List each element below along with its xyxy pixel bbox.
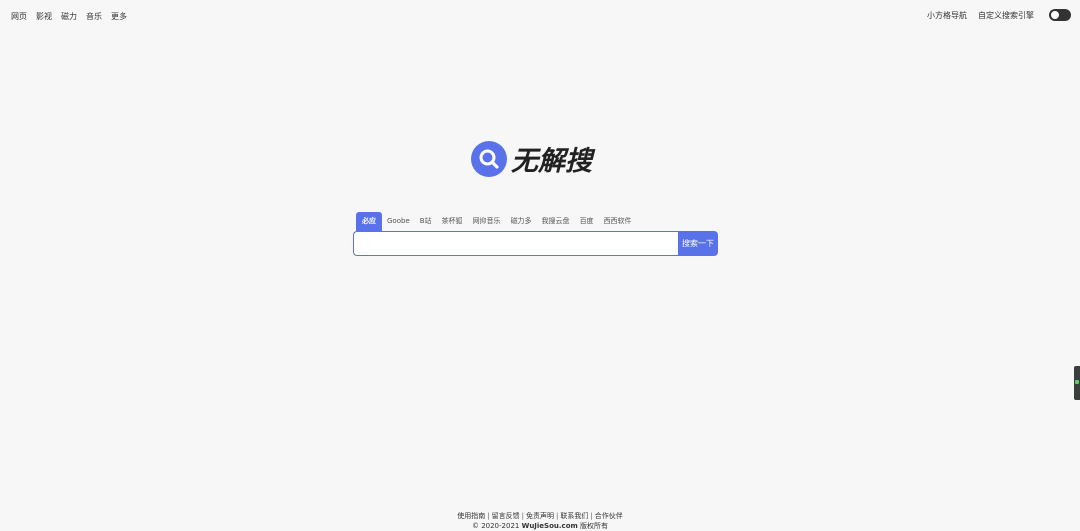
footer-link-partners[interactable]: 合作伙伴	[595, 512, 623, 520]
search-bar: 搜索一下	[353, 231, 718, 256]
engine-tab-goobe[interactable]: Goobe	[382, 212, 415, 231]
engine-tab-magnet[interactable]: 磁力多	[506, 212, 537, 231]
footer-links: 使用指南 | 留言反馈 | 免责声明 | 联系我们 | 合作伙伴	[0, 511, 1080, 521]
theme-toggle[interactable]	[1049, 9, 1071, 21]
top-nav-right: 小方格导航 自定义搜索引擎	[927, 9, 1071, 21]
engine-tab-music[interactable]: 网抑音乐	[468, 212, 506, 231]
copyright-prefix: © 2020-2021	[471, 522, 520, 530]
footer-link-feedback[interactable]: 留言反馈	[492, 512, 520, 520]
footer-separator: |	[556, 512, 559, 520]
toggle-knob	[1051, 11, 1059, 19]
footer-copyright: © 2020-2021 WuJieSou.com 版权所有	[0, 521, 1080, 531]
site-logo: 无解搜	[471, 139, 592, 178]
engine-tab-cloud[interactable]: 我搜云盘	[537, 212, 575, 231]
engine-tabs: 必应 Goobe B站 茶杯狐 网抑音乐 磁力多 我搜云盘 百度 西西软件	[356, 212, 637, 231]
nav-magnet[interactable]: 磁力	[61, 11, 77, 22]
footer-separator: |	[521, 512, 524, 520]
top-nav-categories: 网页 影视 磁力 音乐 更多	[11, 11, 127, 22]
engine-tab-software[interactable]: 西西软件	[599, 212, 637, 231]
nav-music[interactable]: 音乐	[86, 11, 102, 22]
search-input[interactable]	[353, 231, 678, 256]
engine-tab-chabeihu[interactable]: 茶杯狐	[437, 212, 468, 231]
engine-tab-baidu[interactable]: 百度	[575, 212, 599, 231]
footer-link-guide[interactable]: 使用指南	[457, 512, 485, 520]
footer-separator: |	[487, 512, 490, 520]
engine-tab-bing[interactable]: 必应	[356, 212, 382, 231]
custom-engine-link[interactable]: 自定义搜索引擎	[978, 10, 1034, 21]
footer-separator: |	[590, 512, 593, 520]
side-widget-tab[interactable]	[1074, 366, 1080, 400]
magnifier-logo-icon	[471, 140, 507, 177]
page: 网页 影视 磁力 音乐 更多 小方格导航 自定义搜索引擎 无解搜 必应 Goob…	[0, 0, 1080, 531]
copyright-suffix: 版权所有	[580, 522, 609, 530]
nav-web[interactable]: 网页	[11, 11, 27, 22]
nav-more[interactable]: 更多	[111, 11, 127, 22]
copyright-brand: WuJieSou.com	[521, 522, 578, 530]
search-button[interactable]: 搜索一下	[678, 231, 718, 256]
nav-video[interactable]: 影视	[36, 11, 52, 22]
grid-nav-link[interactable]: 小方格导航	[927, 10, 967, 21]
footer-link-contact[interactable]: 联系我们	[560, 512, 588, 520]
logo-text: 无解搜	[511, 146, 592, 177]
side-widget-indicator	[1075, 380, 1079, 384]
footer-link-disclaimer[interactable]: 免责声明	[526, 512, 554, 520]
engine-tab-bilibili[interactable]: B站	[415, 212, 437, 231]
